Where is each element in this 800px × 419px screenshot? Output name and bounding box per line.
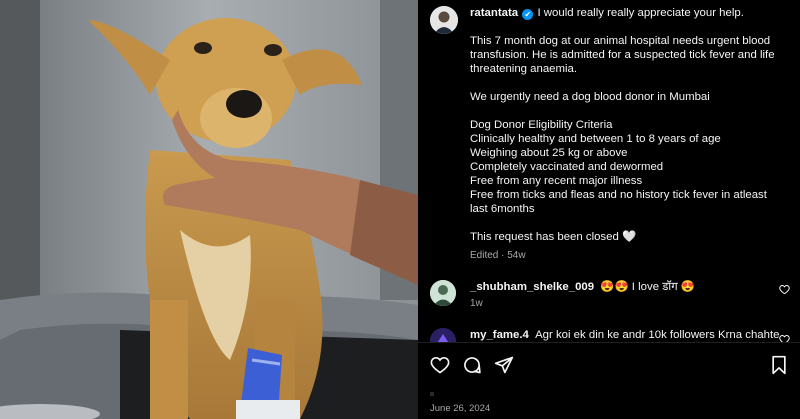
caption-line: transfusion. He is admitted for a suspec…	[470, 49, 775, 61]
comment-text: Agr koi ek din ke andr 10k followers Krn…	[535, 329, 780, 341]
like-heart-icon[interactable]	[430, 355, 450, 375]
caption-line: Clinically healthy and between 1 to 8 ye…	[470, 133, 721, 145]
author-avatar[interactable]	[430, 6, 458, 34]
comment-username[interactable]: my_fame.4	[470, 329, 529, 341]
comment-item: _shubham_shelke_009 😍😍 I love डॉग 😍 1w	[430, 280, 790, 310]
caption-line: This request has been closed 🤍	[470, 231, 637, 243]
caption-line: Dog Donor Eligibility Criteria	[470, 119, 613, 131]
post-details-panel: ratantata ✔ I would really really apprec…	[418, 0, 800, 419]
comment-bubble-icon[interactable]	[462, 355, 482, 375]
caption-line: Completely vaccinated and dewormed	[470, 161, 664, 173]
caption-line: Free from ticks and fleas and no history…	[470, 189, 767, 201]
caption-line: This 7 month dog at our animal hospital …	[470, 35, 771, 47]
caption-line: threatening anaemia.	[470, 63, 578, 75]
caption-line: Free from any recent major illness	[470, 175, 643, 187]
caption-line	[470, 104, 790, 118]
author-username[interactable]: ratantata	[470, 7, 518, 19]
comment-username[interactable]: _shubham_shelke_009	[470, 281, 594, 293]
comment-time: 1w	[470, 298, 483, 309]
post-photo	[0, 0, 418, 419]
caption-line	[470, 216, 790, 230]
post-date: June 26, 2024	[430, 403, 491, 414]
caption-line	[470, 76, 790, 90]
share-paper-plane-icon[interactable]	[494, 355, 514, 375]
caption-line: last 6months	[470, 203, 535, 215]
save-bookmark-icon[interactable]	[770, 355, 788, 375]
verified-badge-icon: ✔	[522, 9, 534, 20]
likes-placeholder	[430, 392, 434, 396]
caption-line: We urgently need a dog blood donor in Mu…	[470, 91, 710, 103]
comment-like-heart-icon[interactable]	[779, 284, 790, 295]
caption-line: Weighing about 25 kg or above	[470, 147, 628, 159]
caption-line-0: I would really really appreciate your he…	[537, 7, 744, 19]
comment-text: 😍😍 I love डॉग 😍	[600, 281, 696, 293]
action-bar	[418, 342, 800, 385]
caption-line	[470, 20, 790, 34]
post-footer: June 26, 2024	[430, 384, 790, 419]
commenter-avatar[interactable]	[430, 280, 456, 306]
post-edited-meta: Edited · 54w	[470, 250, 526, 261]
dog-photo-illustration	[0, 0, 418, 419]
